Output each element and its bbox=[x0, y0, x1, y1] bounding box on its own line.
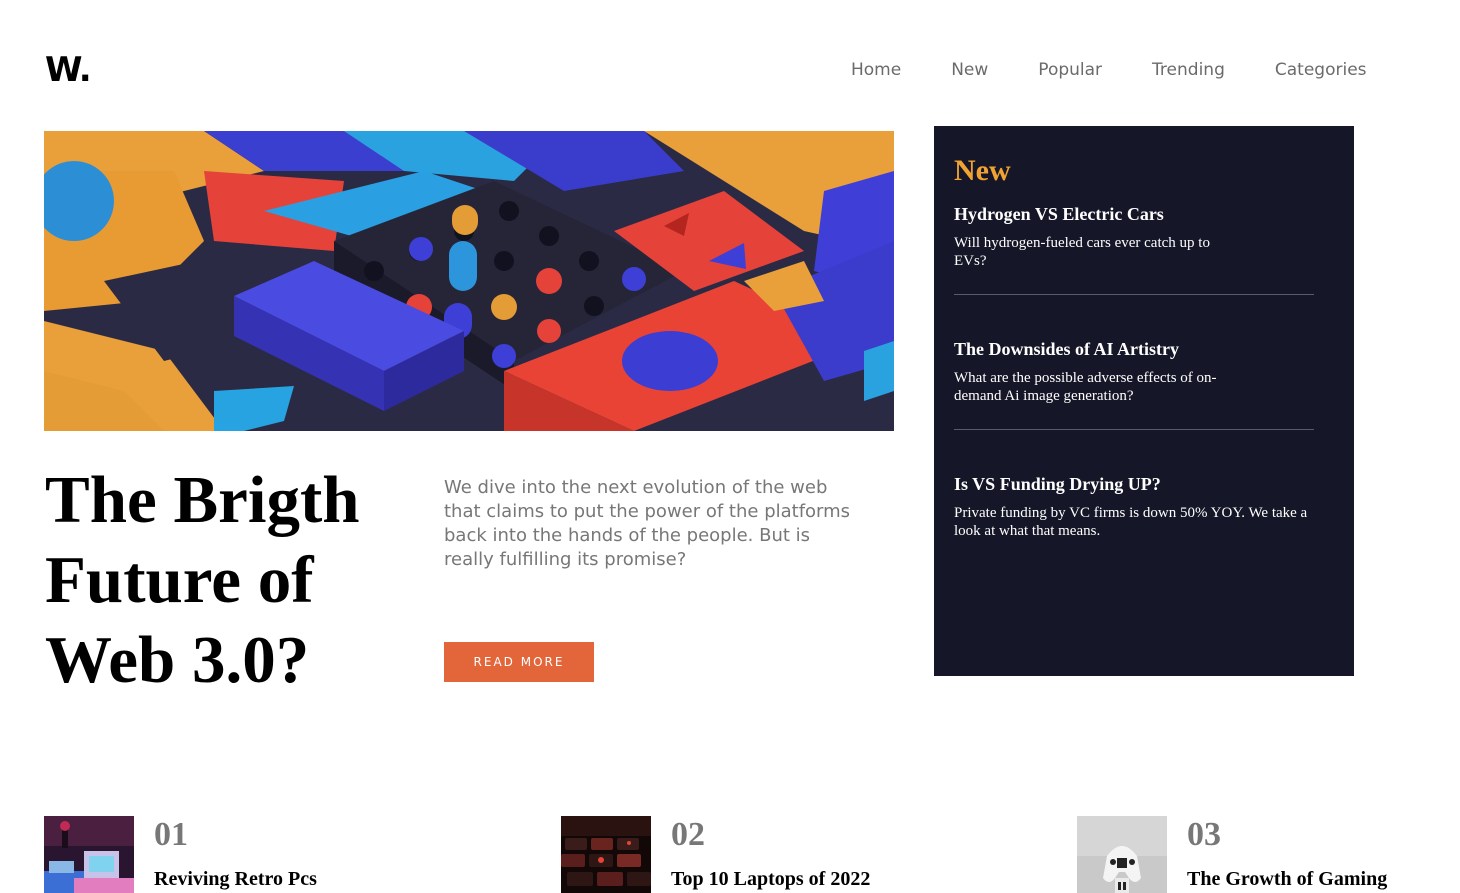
new-article-desc: Will hydrogen-fueled cars ever catch up … bbox=[954, 235, 1210, 269]
retro-pc-thumbnail[interactable] bbox=[44, 816, 134, 893]
new-article-title[interactable]: Is VS Funding Drying UP? bbox=[954, 474, 1334, 495]
nav-categories[interactable]: Categories bbox=[1275, 60, 1367, 80]
new-articles-panel: New Hydrogen VS Electric Cars Will hydro… bbox=[934, 126, 1354, 676]
game-controller-thumbnail[interactable] bbox=[1077, 816, 1167, 893]
card-title[interactable]: Top 10 Laptops of 2022 bbox=[671, 868, 870, 891]
site-logo[interactable]: W. bbox=[45, 50, 92, 90]
article-card[interactable]: 03 The Growth of Gaming bbox=[1077, 816, 1457, 893]
new-article-item[interactable]: The Downsides of AI Artistry What are th… bbox=[954, 339, 1314, 430]
article-card[interactable]: 01 Reviving Retro Pcs bbox=[44, 816, 444, 893]
article-card[interactable]: 02 Top 10 Laptops of 2022 bbox=[561, 816, 961, 893]
laptop-keyboard-thumbnail[interactable] bbox=[561, 816, 651, 893]
new-article-title[interactable]: The Downsides of AI Artistry bbox=[954, 339, 1314, 360]
new-article-item[interactable]: Is VS Funding Drying UP? Private funding… bbox=[954, 474, 1334, 564]
new-article-item[interactable]: Hydrogen VS Electric Cars Will hydrogen-… bbox=[954, 204, 1314, 295]
hero-title: The Brigth Future of Web 3.0? bbox=[45, 463, 360, 697]
read-more-button[interactable]: READ MORE bbox=[444, 642, 594, 682]
card-number: 02 bbox=[671, 816, 705, 853]
card-number: 03 bbox=[1187, 816, 1221, 853]
nav-new[interactable]: New bbox=[951, 60, 988, 80]
new-article-title[interactable]: Hydrogen VS Electric Cars bbox=[954, 204, 1314, 225]
nav-trending[interactable]: Trending bbox=[1152, 60, 1225, 80]
hero-description: We dive into the next evolution of the w… bbox=[444, 477, 851, 570]
card-title[interactable]: Reviving Retro Pcs bbox=[154, 868, 317, 891]
nav-home[interactable]: Home bbox=[851, 60, 901, 80]
card-title[interactable]: The Growth of Gaming bbox=[1187, 868, 1387, 891]
main-nav: Home New Popular Trending Categories bbox=[851, 60, 1367, 80]
nav-popular[interactable]: Popular bbox=[1038, 60, 1102, 80]
new-article-desc: Private funding by VC firms is down 50% … bbox=[954, 505, 1308, 539]
new-panel-heading: New bbox=[954, 154, 1011, 187]
new-article-desc: What are the possible adverse effects of… bbox=[954, 370, 1217, 404]
hero-image bbox=[44, 131, 894, 431]
card-number: 01 bbox=[154, 816, 188, 853]
